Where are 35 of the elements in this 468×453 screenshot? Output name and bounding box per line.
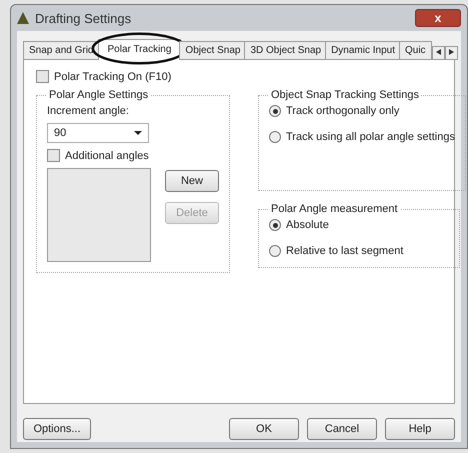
right-arrow-icon <box>448 49 454 55</box>
checkbox[interactable] <box>36 70 49 83</box>
left-arrow-icon <box>436 49 441 55</box>
group-title: Polar Angle measurement <box>270 203 399 215</box>
checkbox-label: Polar Tracking On (F10) <box>54 70 172 82</box>
dialog-button[interactable]: Help <box>385 418 455 440</box>
tab[interactable]: Dynamic Input <box>325 41 401 60</box>
checkbox[interactable] <box>47 149 60 162</box>
group-title: Object Snap Tracking Settings <box>270 89 420 101</box>
radio-label: Track using all polar angle settings <box>286 131 455 143</box>
increment-dropdown[interactable]: 90 <box>47 123 149 143</box>
scroll-right-button[interactable] <box>444 46 458 60</box>
tab[interactable]: Polar Tracking <box>98 39 182 60</box>
radio-button[interactable] <box>269 245 281 257</box>
radio-label: Track orthogonally only <box>286 105 400 117</box>
checkbox-label: Additional angles <box>65 150 149 162</box>
radio-button[interactable] <box>269 219 281 231</box>
field-label: Increment angle: <box>47 105 130 117</box>
radio-label: Relative to last segment <box>286 245 404 257</box>
group-title: Polar Angle Settings <box>48 89 150 101</box>
tab[interactable]: Object Snap <box>179 41 246 60</box>
action-button[interactable]: New <box>165 170 219 192</box>
tab[interactable]: Quic <box>399 41 432 60</box>
radio-label: Absolute <box>286 219 329 231</box>
close-button[interactable]: x <box>415 9 461 27</box>
dialog-button[interactable]: OK <box>229 418 299 440</box>
tab[interactable]: 3D Object Snap <box>244 41 328 60</box>
scroll-left-button[interactable] <box>432 46 445 60</box>
dialog-button[interactable]: Cancel <box>307 418 377 440</box>
radio-button[interactable] <box>269 105 281 117</box>
angles-list[interactable] <box>47 168 151 262</box>
options-button[interactable]: Options... <box>23 418 91 440</box>
window-title: Drafting Settings <box>35 10 132 26</box>
radio-button[interactable] <box>269 131 281 143</box>
app-icon <box>17 12 29 24</box>
